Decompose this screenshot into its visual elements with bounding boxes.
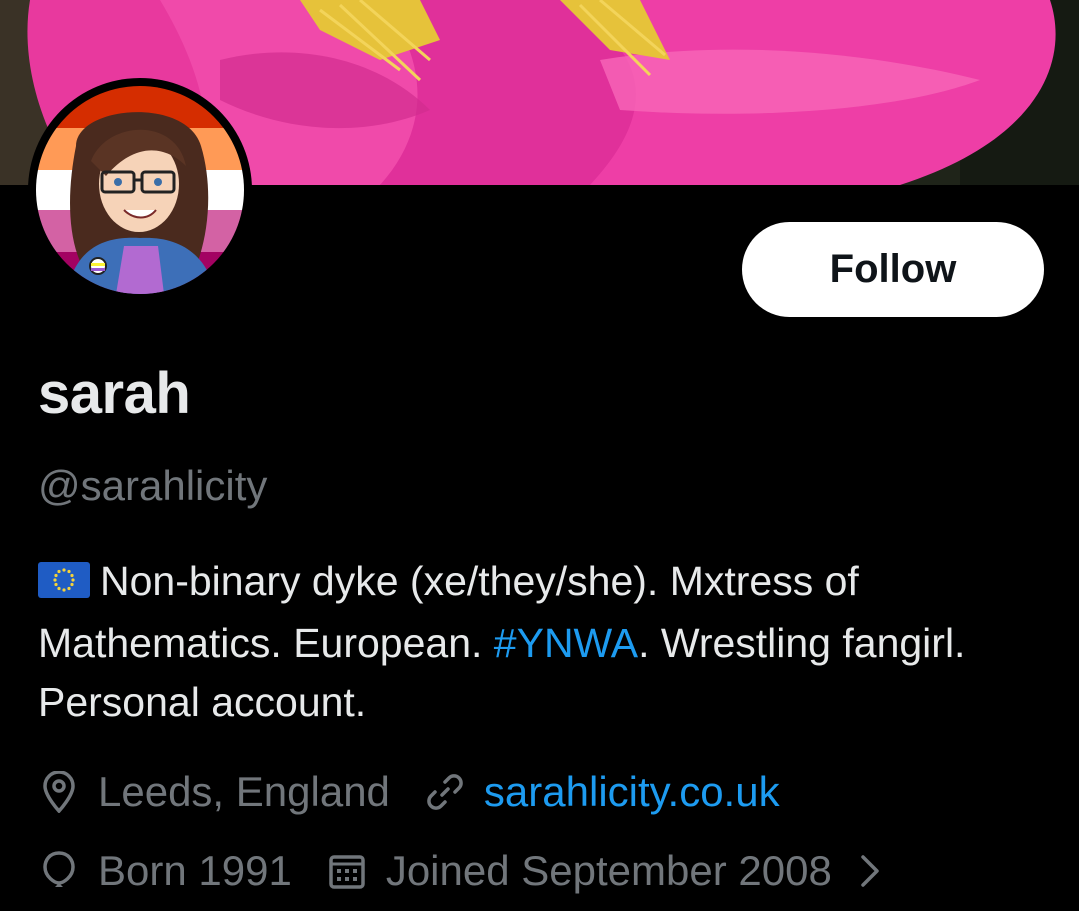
- joined-item: Joined September 2008: [326, 847, 832, 895]
- chevron-right-icon[interactable]: [858, 853, 882, 889]
- location-text: Leeds, England: [98, 768, 390, 815]
- website-item[interactable]: sarahlicity.co.uk: [424, 768, 780, 816]
- follow-button[interactable]: Follow: [742, 222, 1044, 317]
- profile-bio: Non-binary dyke (xe/they/she). Mxtress o…: [38, 552, 1038, 732]
- avatar[interactable]: [28, 78, 252, 302]
- location-item: Leeds, England: [38, 768, 390, 816]
- hashtag-link[interactable]: #YNWA: [494, 620, 638, 666]
- birth-item: Born 1991: [38, 847, 292, 895]
- map-pin-icon: [38, 769, 80, 815]
- profile-meta-row: Leeds, England sarahlicity.co.uk: [38, 768, 780, 816]
- joined-text: Joined September 2008: [385, 847, 832, 894]
- display-name: sarah: [38, 361, 191, 426]
- website-link[interactable]: sarahlicity.co.uk: [484, 768, 780, 816]
- calendar-icon: [326, 848, 368, 894]
- link-icon: [424, 769, 466, 815]
- birth-text: Born 1991: [98, 847, 292, 894]
- balloon-icon: [38, 848, 80, 894]
- user-handle: @sarahlicity: [38, 462, 268, 509]
- eu-flag-icon: [38, 555, 90, 614]
- avatar-image: [36, 86, 244, 294]
- profile-meta-row-2: Born 1991 Joined September 2008: [38, 847, 882, 895]
